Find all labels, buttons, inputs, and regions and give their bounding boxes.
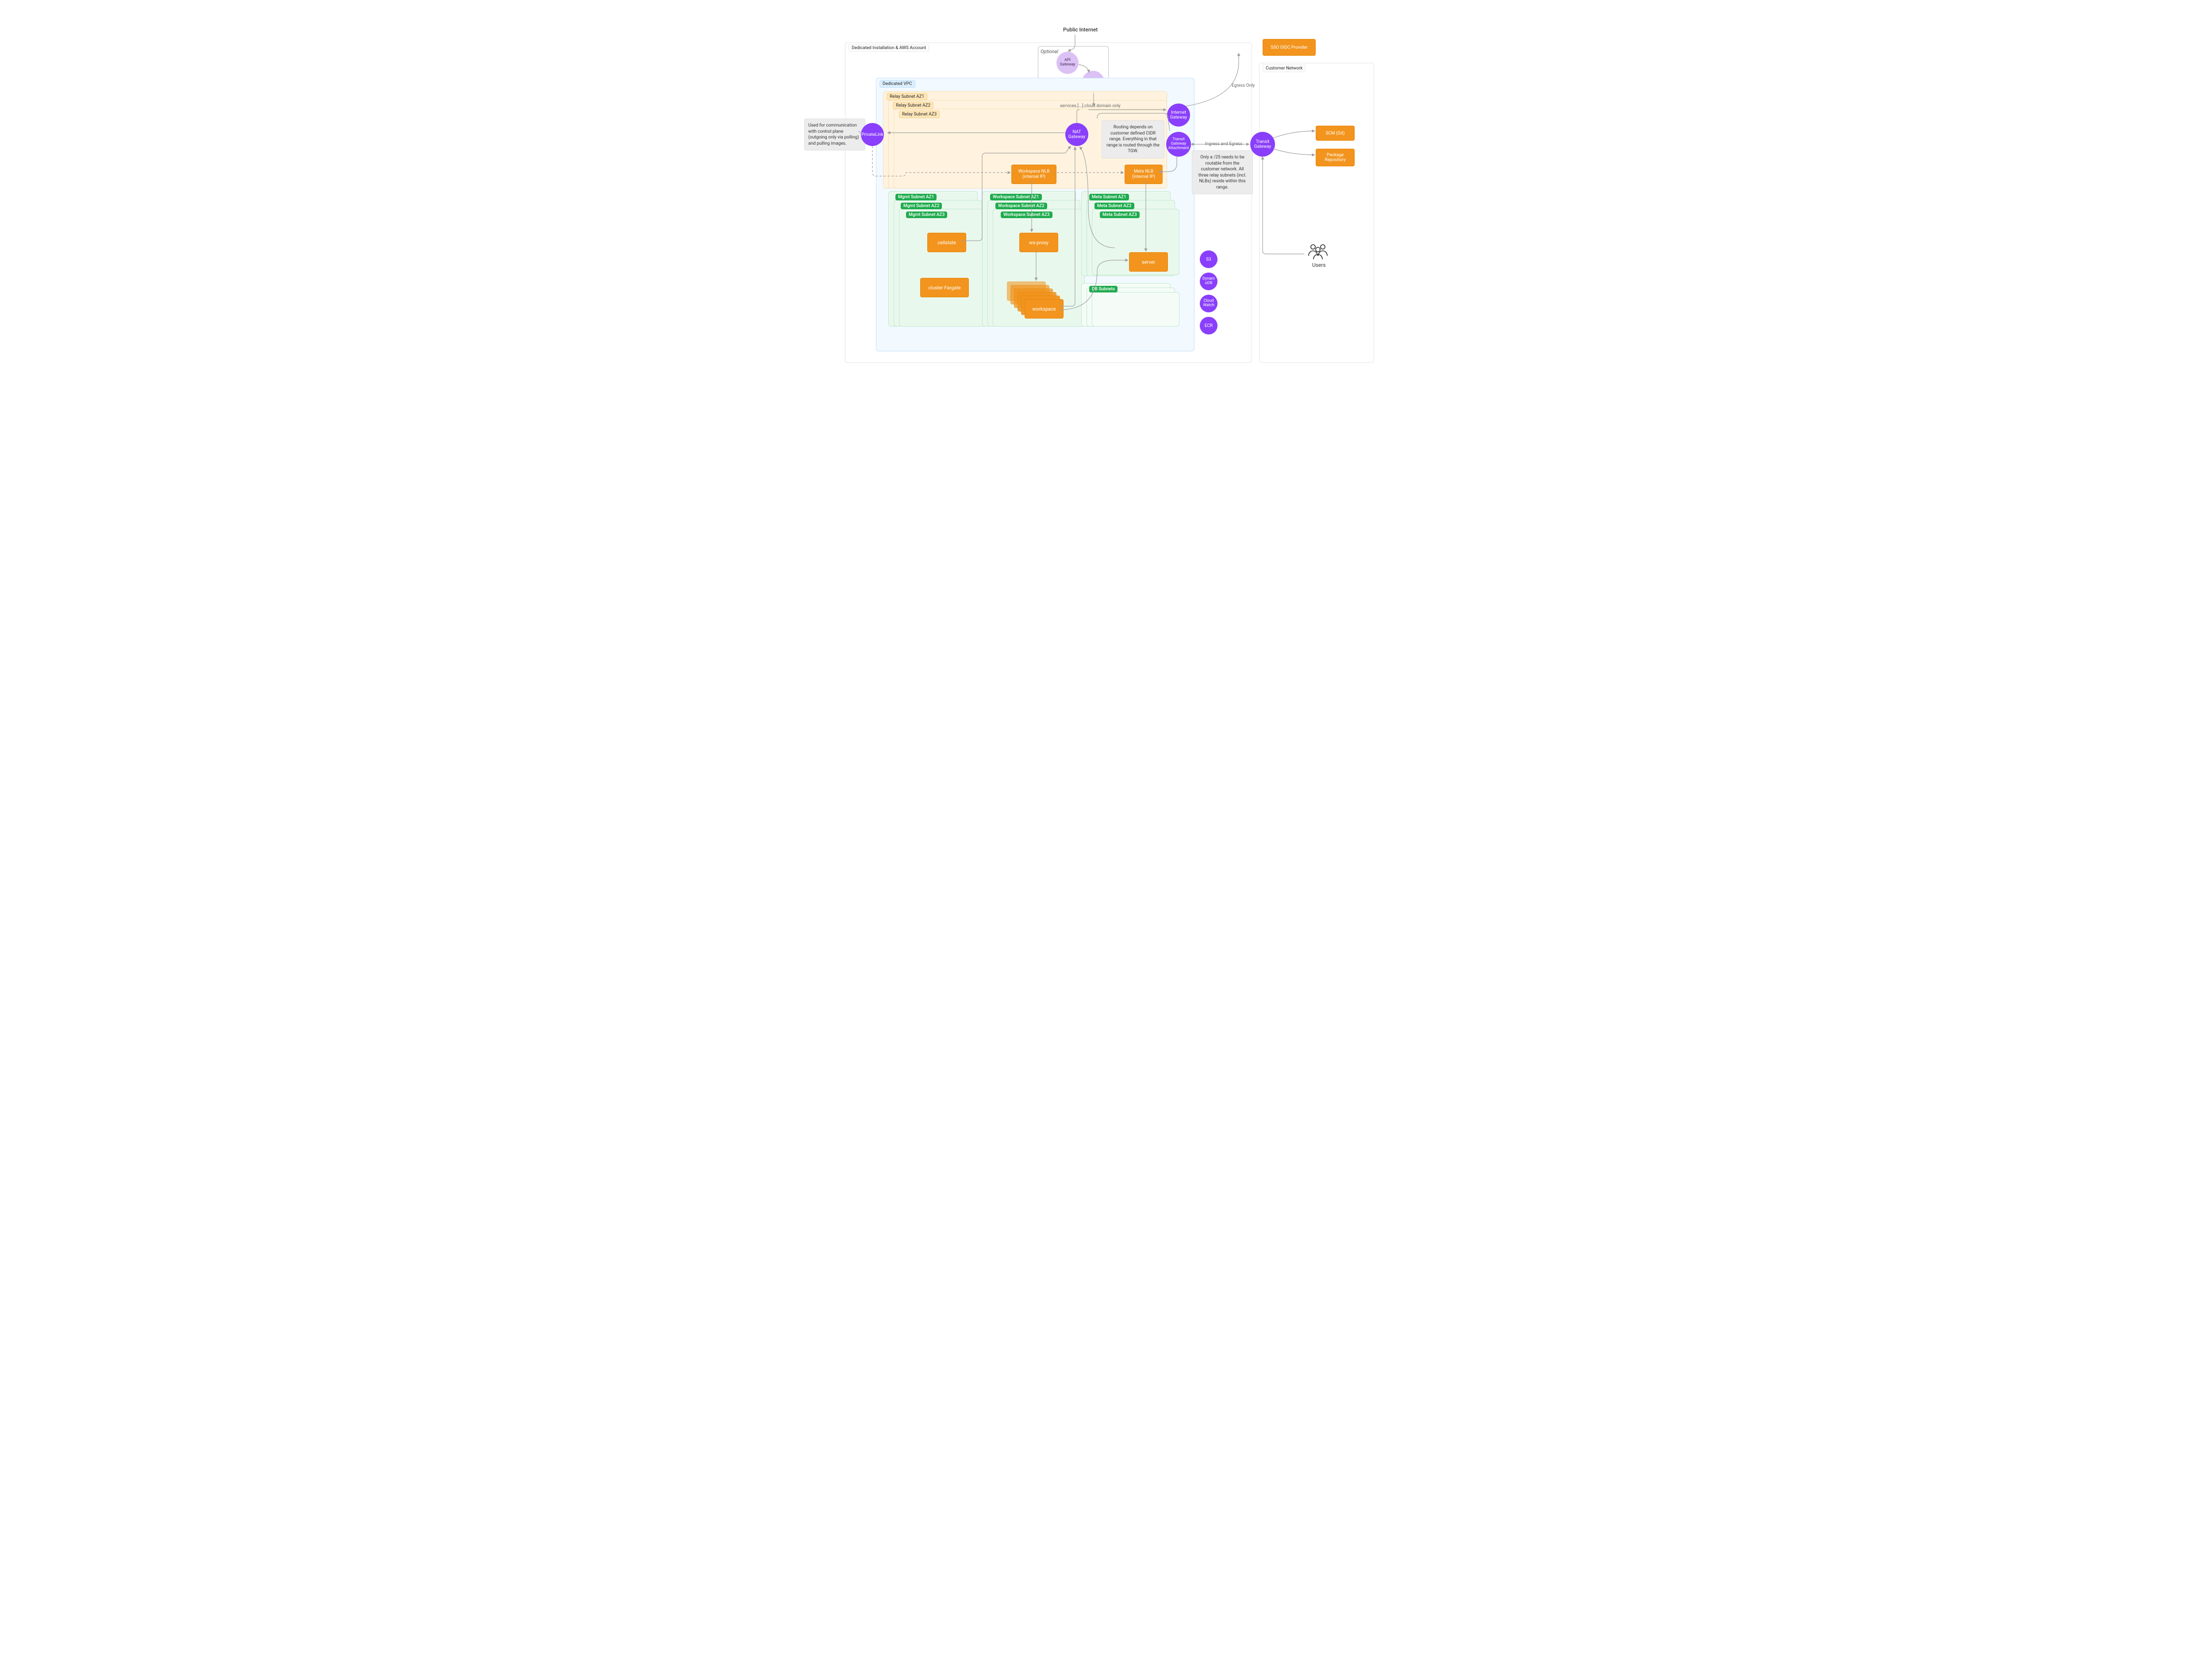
ws-proxy-svc: ws-proxy xyxy=(1019,233,1058,252)
users-icon xyxy=(1306,242,1330,261)
mgmt-chip-2: Mgmt Subnet AZ2 xyxy=(901,203,942,209)
transit-gateway-node: Transit Gateway xyxy=(1250,132,1275,157)
ecr-node: ECR xyxy=(1200,317,1217,334)
ws-chip-2: Workspace Subnet AZ2 xyxy=(995,203,1047,209)
cellstate-svc: cellstate xyxy=(927,233,966,252)
tgw-attachment-node: Transit Gateway Attachment xyxy=(1166,132,1191,157)
edge-egress-only: Egress Only xyxy=(1232,83,1255,88)
ws-chip-3: Workspace Subnet AZ3 xyxy=(1001,211,1052,218)
s3-node: S3 xyxy=(1200,250,1217,268)
edge-services-domain: services.[...].cloud domain only xyxy=(1060,104,1121,108)
sso-provider: SSO OIDC Provider xyxy=(1263,39,1316,56)
ws-chip-1: Workspace Subnet AZ1 xyxy=(990,194,1042,200)
mgmt-chip-1: Mgmt Subnet AZ1 xyxy=(895,194,937,200)
users-label: Users xyxy=(1312,262,1326,268)
relay-chip-1: Relay Subnet AZ1 xyxy=(887,93,927,100)
dynamodb-node: Dynam oDB xyxy=(1200,273,1217,290)
mgmt-chip-3: Mgmt Subnet AZ3 xyxy=(906,211,947,218)
aws-account-chip: Dedicated Installation & AWS Account xyxy=(849,44,929,52)
workspace-nlb: Workspace NLB (internal IP) xyxy=(1011,165,1056,184)
note-cidr: Routing depends on customer defined CIDR… xyxy=(1102,120,1164,158)
cluster-fargate-svc: cluster Fargate xyxy=(920,278,969,297)
meta-nlb: Meta NLB (internal IP) xyxy=(1125,165,1163,184)
internet-gateway-node: Internet Gateway xyxy=(1167,104,1190,127)
privatelink-node: PrivateLink xyxy=(861,123,884,146)
diagram-canvas: Public Internet Dedicated Installation &… xyxy=(779,0,1433,407)
note-routable: Only a /25 needs to be routable from the… xyxy=(1192,150,1253,194)
server-svc: server xyxy=(1129,252,1168,272)
edge-ingress-egress: Ingress and Egress xyxy=(1205,142,1242,146)
note-privatelink: Used for communication with control plan… xyxy=(804,119,865,150)
api-gateway-node: API Gateway xyxy=(1056,52,1079,74)
customer-network-container xyxy=(1259,63,1374,363)
meta-chip-2: Meta Subnet AZ2 xyxy=(1094,203,1134,209)
meta-chip-3: Meta Subnet AZ3 xyxy=(1100,211,1140,218)
relay-chip-3: Relay Subnet AZ3 xyxy=(899,111,940,118)
meta-chip-1: Meta Subnet AZ1 xyxy=(1089,194,1129,200)
public-internet-label: Public Internet xyxy=(1063,27,1098,33)
package-repository: Package Repository xyxy=(1316,149,1355,166)
scm-git: SCM (Git) xyxy=(1316,126,1355,141)
workspace-svc: workspace xyxy=(1025,299,1064,319)
db-subnets-chip: DB Subnets xyxy=(1089,286,1118,292)
vpc-chip: Dedicated VPC xyxy=(879,80,915,88)
nat-gateway-node: NAT Gateway xyxy=(1065,123,1088,146)
cloudwatch-node: Cloud Watch xyxy=(1200,295,1217,312)
optional-label: Optional xyxy=(1041,49,1058,54)
relay-chip-2: Relay Subnet AZ2 xyxy=(893,102,933,109)
customer-network-chip: Customer Network xyxy=(1263,65,1306,72)
